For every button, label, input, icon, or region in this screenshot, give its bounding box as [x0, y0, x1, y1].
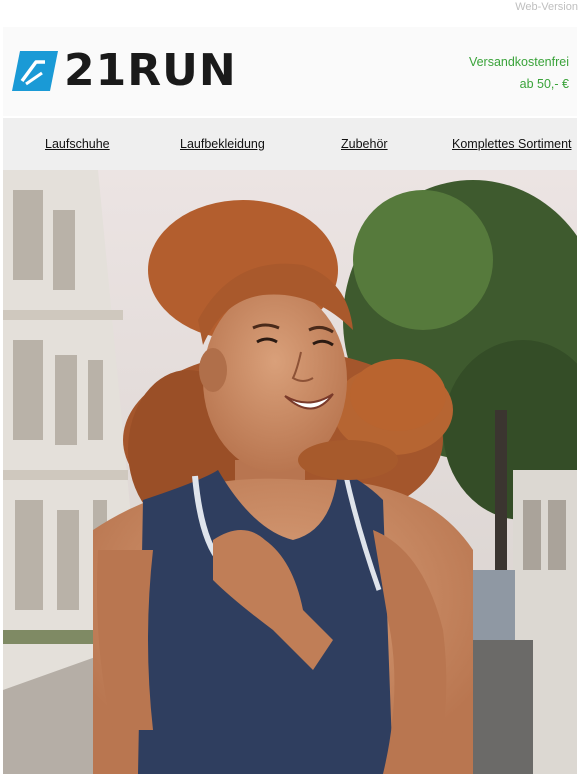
shipping-line-2: ab 50,- €: [519, 77, 569, 91]
logo[interactable]: 21RUN: [12, 45, 236, 96]
nav-item-zubehoer[interactable]: Zubehör: [341, 137, 388, 151]
logo-mark-icon: [12, 51, 58, 91]
nav-item-komplettes-sortiment[interactable]: Komplettes Sortiment: [452, 137, 572, 151]
main-nav: Laufschuhe Laufbekleidung Zubehör Komple…: [3, 118, 577, 170]
logo-text: 21RUN: [64, 45, 237, 96]
web-version-link[interactable]: Web-Version: [515, 1, 578, 13]
shipping-line-1: Versandkostenfrei: [468, 55, 569, 69]
header: 21RUN Versandkostenfrei ab 50,- €: [3, 27, 577, 116]
shipping-info: Versandkostenfrei ab 50,- €: [469, 51, 569, 95]
nav-item-laufschuhe[interactable]: Laufschuhe: [45, 137, 110, 151]
hero-image[interactable]: [3, 170, 577, 774]
top-bar: Web-Version: [0, 0, 580, 20]
nav-item-laufbekleidung[interactable]: Laufbekleidung: [180, 137, 265, 151]
